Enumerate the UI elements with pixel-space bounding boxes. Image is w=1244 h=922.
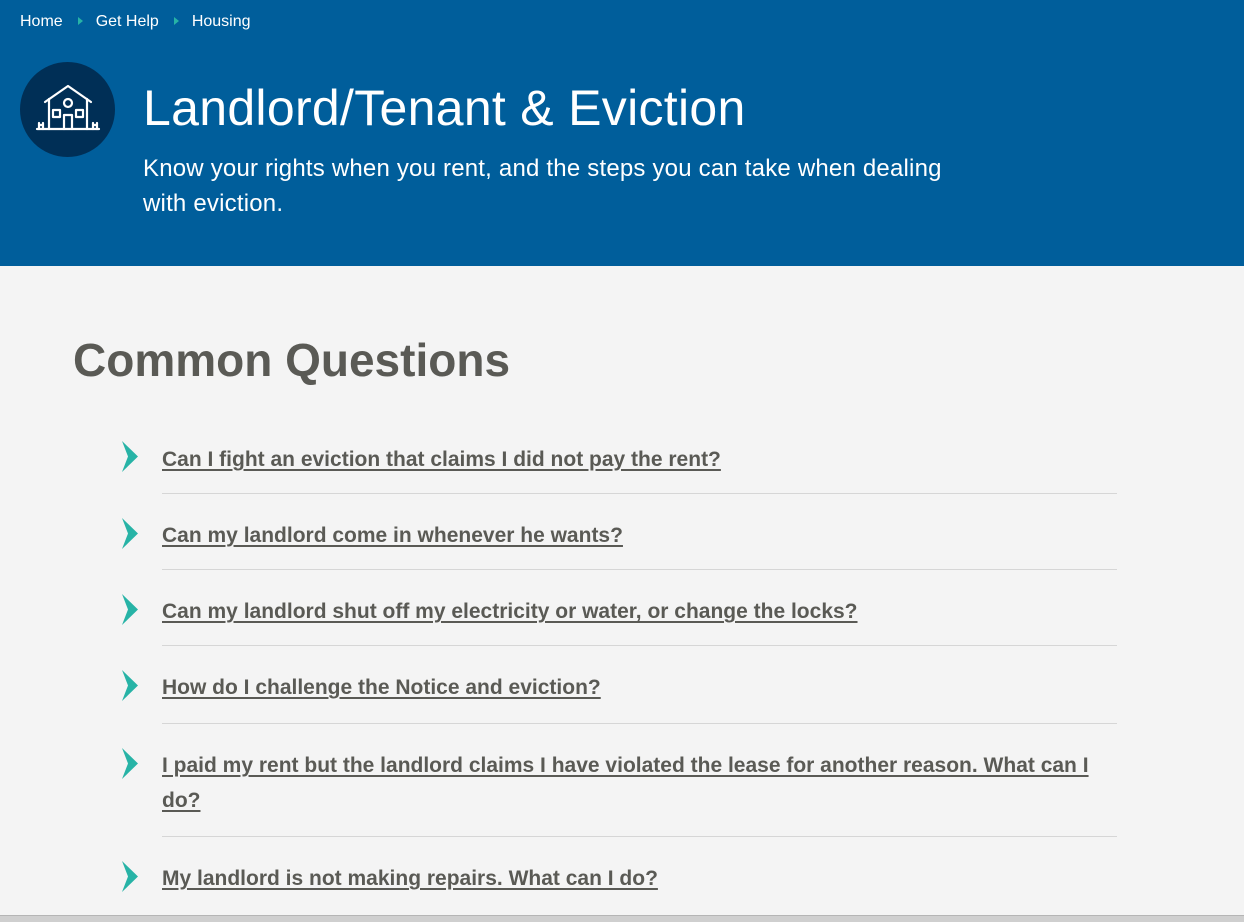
page-title: Landlord/Tenant & Eviction (143, 80, 746, 136)
faq-question-link[interactable]: I paid my rent but the landlord claims I… (162, 748, 1117, 818)
chevron-bullet-icon (122, 670, 138, 701)
faq-question-link[interactable]: My landlord is not making repairs. What … (162, 861, 1117, 896)
house-icon (20, 62, 115, 157)
faq-list: Can I fight an eviction that claims I di… (122, 436, 1117, 896)
chevron-bullet-icon (122, 861, 138, 892)
breadcrumb: Home Get Help Housing (20, 12, 251, 32)
faq-item: I paid my rent but the landlord claims I… (122, 724, 1117, 818)
breadcrumb-get-help[interactable]: Get Help (96, 12, 159, 32)
faq-item: Can my landlord come in whenever he want… (122, 494, 1117, 553)
faq-item: Can I fight an eviction that claims I di… (122, 436, 1117, 477)
breadcrumb-home[interactable]: Home (20, 12, 63, 32)
faq-question-link[interactable]: Can my landlord shut off my electricity … (162, 594, 1117, 629)
faq-item: Can my landlord shut off my electricity … (122, 570, 1117, 629)
chevron-right-icon (77, 17, 83, 25)
main-content: Common Questions Can I fight an eviction… (0, 266, 1244, 921)
chevron-bullet-icon (122, 518, 138, 549)
chevron-bullet-icon (122, 441, 138, 472)
faq-item: How do I challenge the Notice and evicti… (122, 646, 1117, 705)
page-subtitle: Know your rights when you rent, and the … (143, 155, 942, 217)
faq-question-link[interactable]: How do I challenge the Notice and evicti… (162, 670, 1117, 705)
hero-banner: Home Get Help Housing Landlord/Tenant & … (0, 0, 1244, 266)
chevron-right-icon (173, 17, 179, 25)
breadcrumb-housing[interactable]: Housing (192, 12, 251, 32)
chevron-bullet-icon (122, 594, 138, 625)
faq-question-link[interactable]: Can I fight an eviction that claims I di… (162, 442, 1117, 477)
common-questions-heading: Common Questions (73, 334, 511, 386)
faq-question-link[interactable]: Can my landlord come in whenever he want… (162, 518, 1117, 553)
faq-item: My landlord is not making repairs. What … (122, 837, 1117, 896)
chevron-bullet-icon (122, 748, 138, 779)
